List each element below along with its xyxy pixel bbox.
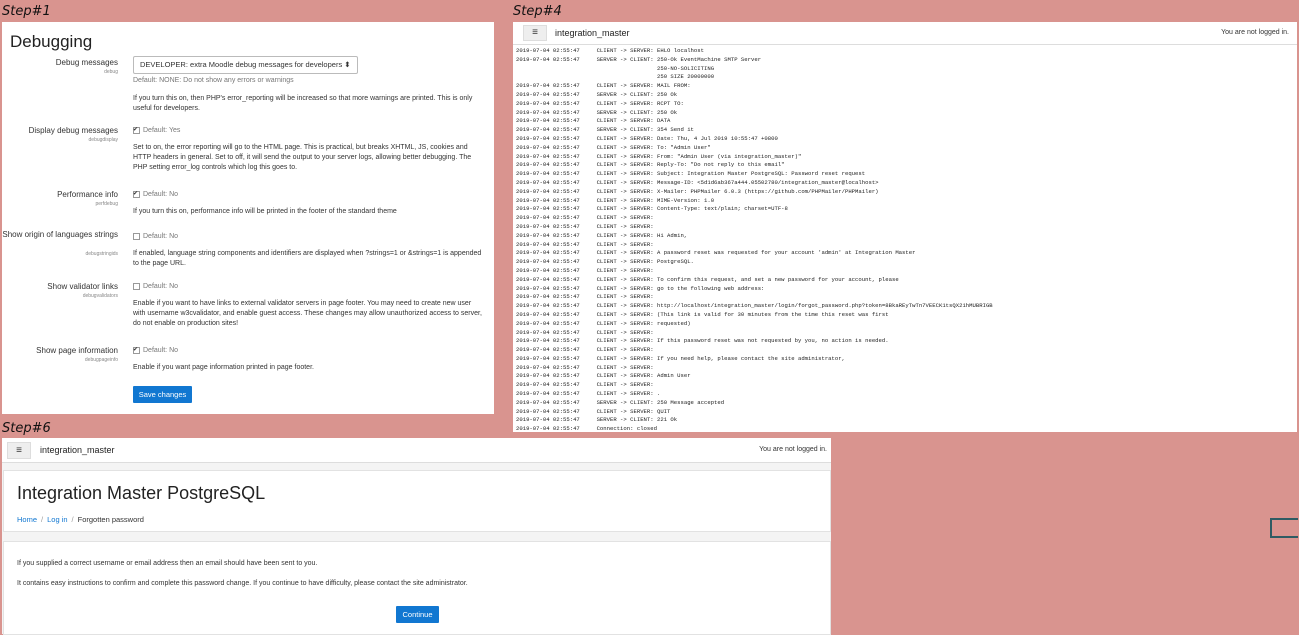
default-value: Default: No — [143, 283, 179, 290]
string-origin-checkbox[interactable] — [133, 232, 140, 240]
breadcrumb-current: Forgotten password — [77, 515, 144, 524]
navbar: ≡ integration_master You are not logged … — [513, 22, 1297, 45]
debugging-panel: Debugging Debug messages debug DEVELOPER… — [2, 22, 494, 414]
default-value: Default: Yes — [143, 127, 181, 134]
step-label-1: Step#1 — [2, 4, 51, 19]
setting-key: perfdebug — [95, 201, 118, 207]
page-title: Debugging — [10, 32, 93, 51]
bracket-decoration — [1270, 518, 1298, 538]
setting-description: If enabled, language string components a… — [133, 250, 482, 267]
login-status: You are not logged in. — [1221, 29, 1289, 36]
continue-button[interactable]: Continue — [396, 606, 439, 623]
login-status: You are not logged in. — [759, 446, 827, 453]
notice-card: If you supplied a correct username or em… — [3, 541, 831, 635]
validator-links-checkbox[interactable] — [133, 282, 140, 290]
select-arrows-icon: ⬍ — [344, 60, 351, 69]
breadcrumb: Home / Log in / Forgotten password — [17, 515, 144, 524]
setting-description: If you turn this on, performance info wi… — [133, 208, 397, 215]
setting-title: Performance info — [57, 190, 118, 199]
site-name[interactable]: integration_master — [40, 445, 115, 455]
default-value: Default: No — [143, 347, 179, 354]
navbar: ≡ integration_master You are not logged … — [2, 438, 831, 463]
save-changes-button[interactable]: Save changes — [133, 386, 192, 403]
step-label-6: Step#6 — [2, 421, 51, 436]
default-value: Default: No — [143, 191, 179, 198]
setting-description: Enable if you want page information prin… — [133, 364, 314, 371]
notice-message-1: If you supplied a correct username or em… — [17, 560, 318, 567]
setting-description: If you turn this on, then PHP's error_re… — [133, 95, 473, 112]
setting-key: debugvalidators — [82, 293, 118, 299]
site-name[interactable]: integration_master — [555, 28, 630, 38]
setting-title: Display debug messages — [28, 126, 118, 135]
menu-icon[interactable]: ≡ — [523, 25, 547, 41]
breadcrumb-login[interactable]: Log in — [47, 515, 67, 524]
breadcrumb-separator: / — [41, 515, 44, 524]
notice-message-2: It contains easy instructions to confirm… — [17, 580, 468, 587]
setting-description: Enable if you want to have links to exte… — [133, 300, 482, 327]
mail-log-panel: ≡ integration_master You are not logged … — [513, 22, 1297, 432]
setting-key: debugstringids — [85, 251, 118, 257]
breadcrumb-home[interactable]: Home — [17, 515, 37, 524]
setting-key: debugpageinfo — [84, 357, 118, 363]
default-value: Default: NONE: Do not show any errors or… — [133, 77, 294, 84]
setting-title: Debug messages — [55, 58, 118, 67]
setting-key: debugdisplay — [88, 137, 118, 143]
step-label-4: Step#4 — [513, 4, 562, 19]
page-header: Integration Master PostgreSQL Home / Log i… — [3, 470, 831, 532]
display-debug-checkbox[interactable] — [133, 125, 140, 135]
breadcrumb-separator: / — [71, 515, 74, 524]
default-value: Default: No — [143, 233, 179, 240]
page-heading: Integration Master PostgreSQL — [17, 483, 266, 503]
select-value: DEVELOPER: extra Moodle debug messages f… — [140, 60, 343, 69]
menu-icon[interactable]: ≡ — [7, 442, 31, 459]
setting-title: Show validator links — [47, 282, 118, 291]
debug-messages-select[interactable]: DEVELOPER: extra Moodle debug messages f… — [133, 56, 358, 74]
setting-key: debug — [104, 69, 118, 75]
perf-info-checkbox[interactable] — [133, 189, 140, 199]
page-info-checkbox[interactable] — [133, 345, 140, 355]
setting-description: Set to on, the error reporting will go t… — [133, 144, 472, 171]
forgot-password-panel: ≡ integration_master You are not logged … — [2, 438, 831, 635]
setting-title: Show page information — [36, 346, 118, 355]
setting-title: Show origin of languages strings — [2, 230, 118, 239]
smtp-debug-log: 2019-07-04 02:55:47 CLIENT -> SERVER: EH… — [516, 47, 993, 433]
